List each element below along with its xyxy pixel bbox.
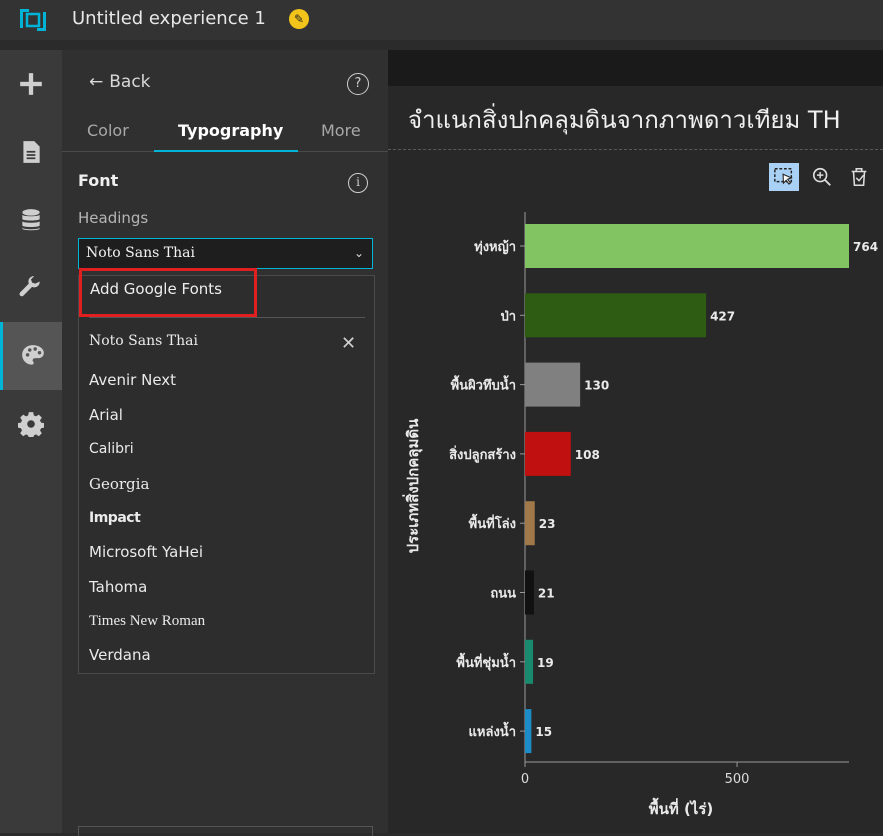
bar[interactable] xyxy=(525,224,849,268)
arrow-left-icon: ← xyxy=(89,72,104,92)
font-section-title: Font xyxy=(78,171,119,190)
chevron-down-icon: ⌄ xyxy=(353,246,364,260)
font-dropdown-menu: Add Google Fonts Noto Sans Thai ✕ Avenir… xyxy=(78,268,375,674)
edit-title-pencil-icon[interactable]: ✎ xyxy=(289,9,309,29)
rail-data-button[interactable] xyxy=(0,186,62,254)
bar[interactable] xyxy=(525,431,571,476)
data-icon xyxy=(22,209,40,231)
font-option-microsoft-yahei[interactable]: Microsoft YaHei xyxy=(89,543,203,561)
font-option-noto-sans-thai[interactable]: Noto Sans Thai xyxy=(89,333,198,349)
bar[interactable] xyxy=(525,570,534,615)
font-option-georgia[interactable]: Georgia xyxy=(89,475,149,493)
panel-tabs: Color Typography More xyxy=(62,116,388,152)
add-google-fonts-label: Add Google Fonts xyxy=(90,280,222,298)
x-tick-label: 500 xyxy=(725,772,750,787)
font-option-calibri[interactable]: Calibri xyxy=(89,441,134,457)
y-tick-label: ถนน xyxy=(490,587,516,602)
x-axis-title: พื้นที่ (ไร่) xyxy=(649,797,714,818)
bar[interactable] xyxy=(525,639,534,684)
data-label: 23 xyxy=(539,517,556,531)
bar[interactable] xyxy=(525,709,532,754)
left-icon-rail xyxy=(0,50,62,833)
headings-font-select[interactable]: Noto Sans Thai ⌄ xyxy=(78,238,373,269)
data-label: 427 xyxy=(710,309,735,323)
settings-gear-icon xyxy=(18,412,44,437)
bar[interactable] xyxy=(525,293,707,338)
font-option-verdana[interactable]: Verdana xyxy=(89,646,151,664)
data-label: 108 xyxy=(575,448,600,462)
info-icon[interactable]: i xyxy=(348,173,368,193)
y-tick-label: ป่า xyxy=(500,309,516,324)
widget-tool-icon xyxy=(19,276,40,297)
x-tick-label: 0 xyxy=(521,772,529,787)
data-label: 21 xyxy=(538,587,555,601)
rail-page-button[interactable] xyxy=(0,118,62,186)
rail-widget-button[interactable] xyxy=(0,254,62,322)
data-label: 130 xyxy=(584,379,609,393)
tab-more[interactable]: More xyxy=(321,121,361,140)
font-option-arial[interactable]: Arial xyxy=(89,406,123,424)
dropdown-divider xyxy=(89,317,365,318)
land-cover-bar-chart: ทุ่งหญ้า 764 ป่า 427 พื้นผิวทึบน้ำ 130 สิ่งปลู… xyxy=(402,212,878,818)
font-option-tahoma[interactable]: Tahoma xyxy=(89,578,147,596)
rail-theme-button[interactable] xyxy=(0,322,62,390)
data-label: 19 xyxy=(537,656,554,670)
data-label: 15 xyxy=(535,725,552,739)
bar[interactable] xyxy=(525,362,581,407)
help-icon[interactable]: ? xyxy=(347,73,369,95)
top-bar: Untitled experience 1 ✎ xyxy=(0,0,883,40)
font-option-avenir-next[interactable]: Avenir Next xyxy=(89,371,176,389)
y-tick-label: พื้นที่ชุ่มน้ำ xyxy=(456,652,516,671)
y-tick-label: พื้นที่โล่ง xyxy=(469,513,516,532)
rail-settings-button[interactable] xyxy=(0,390,62,458)
add-google-fonts-item[interactable]: Add Google Fonts xyxy=(79,268,257,317)
y-tick-label: ทุ่งหญ้า xyxy=(474,239,516,255)
next-setting-box xyxy=(78,826,373,836)
font-option-impact[interactable]: Impact xyxy=(89,510,141,526)
canvas-top-strip xyxy=(388,50,883,86)
experience-builder-logo-icon[interactable] xyxy=(16,6,50,34)
experience-title[interactable]: Untitled experience 1 xyxy=(72,8,266,29)
tab-typography[interactable]: Typography xyxy=(178,121,283,140)
chart-widget-title: จำแนกสิ่งปกคลุมดินจากภาพดาวเทียม TH xyxy=(408,106,841,134)
headings-label: Headings xyxy=(78,209,149,227)
font-option-times-new-roman[interactable]: Times New Roman xyxy=(89,613,205,630)
add-icon xyxy=(20,73,42,95)
selected-font-value: Noto Sans Thai xyxy=(86,245,195,261)
y-tick-label: สิ่งปลูกสร้าง xyxy=(449,445,516,463)
active-tab-indicator xyxy=(154,150,298,152)
rail-add-button[interactable] xyxy=(0,50,62,118)
theme-palette-icon xyxy=(21,345,44,365)
back-label: Back xyxy=(109,72,151,92)
page-icon xyxy=(23,141,40,163)
y-tick-label: พื้นผิวทึบน้ำ xyxy=(451,375,516,394)
remove-font-close-icon[interactable]: ✕ xyxy=(341,333,356,354)
bar[interactable] xyxy=(525,501,535,546)
widget-dashed-border xyxy=(388,149,883,150)
tab-color[interactable]: Color xyxy=(87,121,129,140)
data-label: 764 xyxy=(853,240,878,254)
chart-widget: จำแนกสิ่งปกคลุมดินจากภาพดาวเทียม TH ทุ่ง… xyxy=(388,86,883,833)
y-tick-label: แหล่งน้ำ xyxy=(469,721,516,740)
back-button[interactable]: ← Back xyxy=(89,72,151,92)
y-axis-title: ประเภทสิ่งปกคลุมดิน xyxy=(402,418,423,553)
